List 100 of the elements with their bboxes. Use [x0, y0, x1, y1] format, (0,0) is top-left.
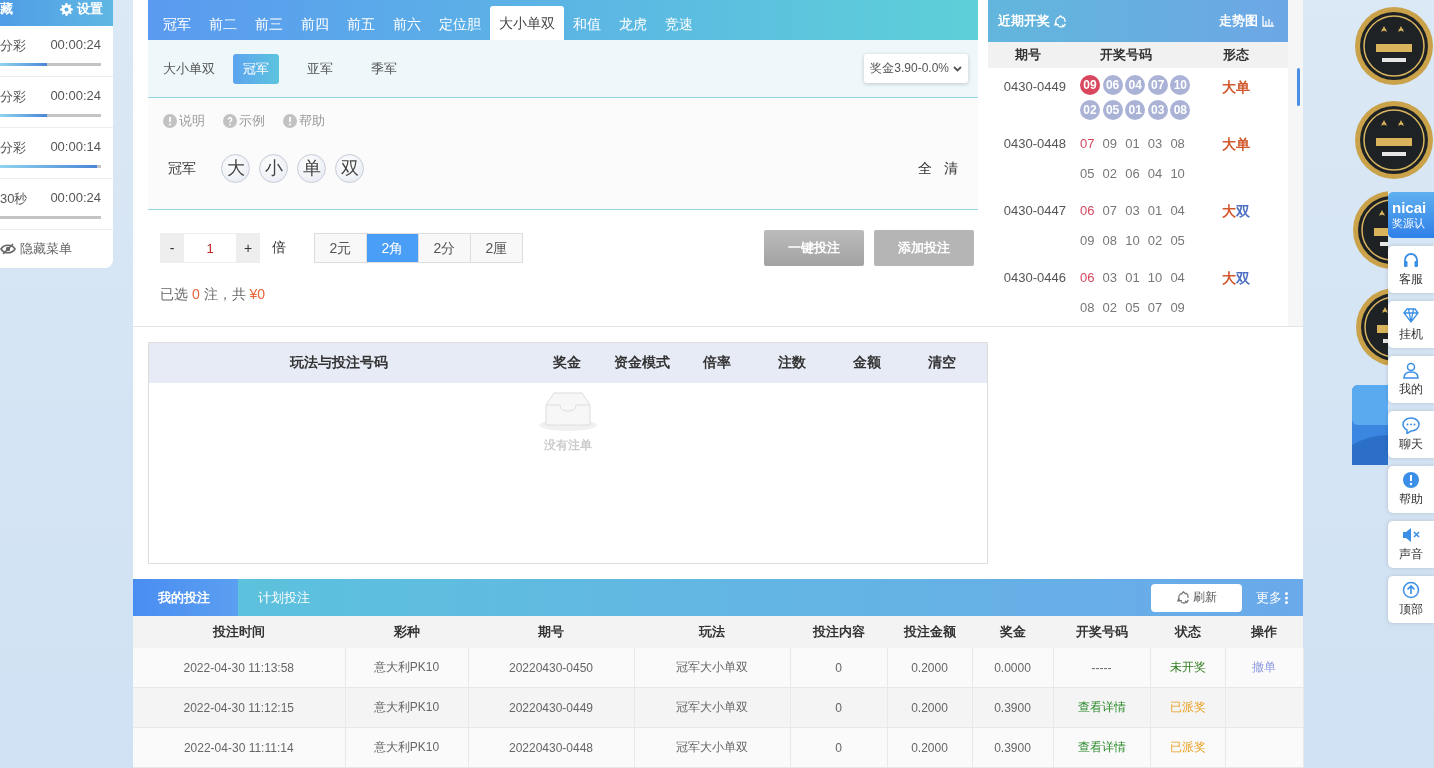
pick-ball[interactable]: 双 [335, 154, 364, 183]
column-header: 期号 [1014, 46, 1042, 64]
odds-select[interactable]: 奖金3.90-0.0% [864, 54, 968, 83]
column-header: 开奖号码 [1053, 616, 1150, 648]
hide-menu-link[interactable]: 隐藏菜单 [20, 240, 72, 258]
scrollbar[interactable] [1297, 68, 1300, 106]
status-label: 已派奖 [1169, 740, 1206, 754]
float-menu-button[interactable]: 客服 [1388, 246, 1434, 293]
details-link[interactable]: 查看详情 [1077, 700, 1126, 714]
countdown-timer: 00:00:24 [50, 36, 101, 54]
column-header: 彩种 [345, 616, 468, 648]
empty-inbox-icon [538, 391, 598, 431]
draw-number: 02 [1102, 165, 1119, 183]
table-cell: 0 [790, 687, 887, 728]
game-item[interactable]: 分彩 00:00:24 [0, 77, 113, 128]
clear-link[interactable]: 清 [944, 159, 958, 178]
table-cell: 2022-04-30 11:13:58 [133, 648, 345, 688]
number-ball: 04 [1125, 74, 1146, 95]
table-cell: 2022-04-30 11:11:14 [133, 727, 345, 768]
column-header: 投注金额 [887, 616, 972, 648]
pattern-label: 双 [1235, 270, 1250, 286]
column-header: 清空 [926, 354, 957, 372]
pattern-label: 单 [1235, 79, 1250, 95]
headset-icon [1402, 251, 1420, 269]
column-header: 金额 [851, 354, 882, 372]
pick-ball[interactable]: 单 [297, 154, 326, 183]
unit-option[interactable]: 2厘 [471, 234, 522, 262]
draw-number: 01 [1125, 135, 1141, 153]
select-all-link[interactable]: 全 [918, 159, 932, 178]
countdown-timer: 00:00:14 [50, 138, 101, 156]
refresh-button[interactable]: 刷新 [1151, 583, 1242, 612]
pattern-label: 大 [1221, 136, 1236, 152]
pick-ball[interactable]: 大 [221, 154, 250, 183]
float-menu-button[interactable]: 顶部 [1388, 576, 1434, 623]
draw-number: 03 [1147, 135, 1164, 153]
details-link[interactable]: 查看详情 [1077, 740, 1126, 754]
table-cell: 冠军大小单双 [634, 727, 790, 768]
bar-chart-icon [1262, 15, 1274, 27]
draw-number: 04 [1147, 165, 1164, 183]
table-cell: 0 [790, 727, 887, 768]
unit-option[interactable]: 2元 [315, 234, 367, 262]
draw-number: 05 [1125, 299, 1141, 317]
table-cell: 0.2000 [887, 727, 972, 768]
chat-icon [1402, 416, 1420, 434]
column-header: 期号 [468, 616, 634, 648]
float-menu-button[interactable]: 挂机 [1388, 301, 1434, 348]
draw-number: 09 [1170, 299, 1186, 317]
draw-number: 06 [1125, 165, 1141, 183]
pick-ball[interactable]: 小 [259, 154, 288, 183]
game-item[interactable]: 30秒 00:00:24 [0, 179, 113, 230]
draw-number: 07 [1102, 202, 1119, 220]
selection-summary: 已选 0 注，共 ¥0 [160, 286, 266, 302]
eye-icon [0, 243, 16, 255]
column-header: 奖金 [551, 354, 582, 372]
draw-number: 04 [1170, 269, 1186, 287]
table-cell: 20220430-0450 [468, 648, 634, 688]
draw-number: 10 [1125, 232, 1141, 250]
float-menu-button[interactable]: 声音 [1388, 521, 1434, 568]
float-menu-button[interactable]: 聊天 [1388, 411, 1434, 458]
draw-number: 08 [1102, 232, 1119, 250]
float-menu-button[interactable]: 帮助 [1388, 466, 1434, 513]
user-icon [1402, 361, 1420, 379]
pattern-label: 单 [1235, 136, 1250, 152]
multiplier-field[interactable]: 1 [184, 233, 236, 263]
draw-number: 05 [1170, 232, 1186, 250]
column-header: 注数 [776, 354, 807, 372]
table-cell: 20220430-0449 [468, 687, 634, 728]
number-ball: 02 [1080, 99, 1100, 120]
countdown-timer: 00:00:24 [50, 189, 101, 207]
column-header: 玩法 [634, 616, 790, 648]
number-ball: 08 [1170, 99, 1191, 120]
draw-number: 09 [1080, 232, 1096, 250]
table-cell: 0.3900 [972, 687, 1053, 728]
number-ball: 03 [1147, 99, 1168, 120]
question-icon [223, 114, 237, 128]
table-cell: 20220430-0448 [468, 727, 634, 768]
draw-number: 10 [1147, 269, 1164, 287]
position-option[interactable]: 季军 [361, 53, 407, 84]
table-cell: 冠军大小单双 [634, 648, 790, 688]
plus-button[interactable]: + [236, 233, 260, 263]
draw-number: 04 [1170, 202, 1186, 220]
certification-badge[interactable]: nicai 奖源认 [1388, 192, 1434, 238]
play-tab[interactable]: 大小单双 [490, 6, 564, 40]
draw-number: 10 [1170, 165, 1186, 183]
diamond-icon [1402, 306, 1420, 324]
game-item[interactable]: 分彩 00:00:24 [0, 26, 113, 77]
row-label: 冠军 [168, 159, 196, 178]
position-option[interactable]: 亚军 [297, 53, 343, 84]
table-cell: ----- [1053, 648, 1150, 688]
unit-option[interactable]: 2分 [419, 234, 471, 262]
draw-number: 03 [1102, 269, 1119, 287]
draw-number: 07 [1147, 299, 1164, 317]
game-name: 分彩 [0, 87, 26, 106]
column-header: 形态 [1221, 46, 1250, 64]
status-label: 未开奖 [1169, 660, 1206, 674]
float-menu-button[interactable]: 我的 [1388, 356, 1434, 403]
game-item[interactable]: 分彩 00:00:14 [0, 128, 113, 179]
table-cell: 0.3900 [972, 727, 1053, 768]
minus-button[interactable]: - [160, 233, 184, 263]
table-cell: 0.2000 [887, 648, 972, 688]
